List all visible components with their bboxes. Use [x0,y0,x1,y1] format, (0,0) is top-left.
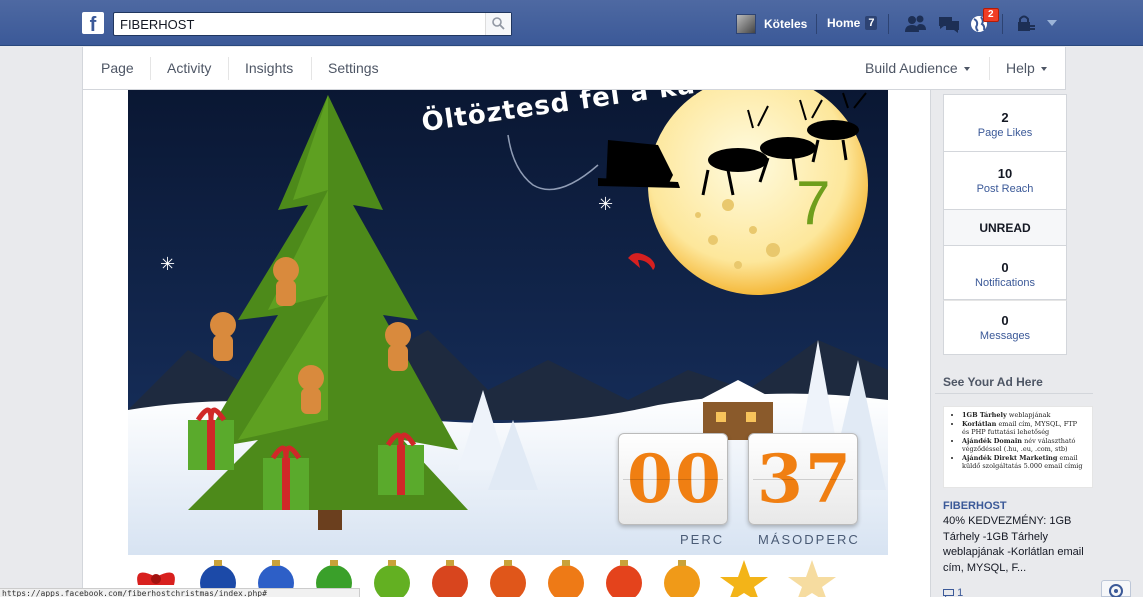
ad-body-text: 40% KEDVEZMÉNY: 1GB Tárhely -1GB Tárhely… [943,515,1084,574]
minutes-timer: 0 0 [618,433,728,525]
tab-settings[interactable]: Settings [328,47,379,90]
avatar [736,14,756,34]
build-audience-label: Build Audience [865,60,958,76]
facebook-logo-icon[interactable]: f [82,12,104,34]
ornament-ball[interactable] [374,560,410,597]
ornament-ball[interactable] [432,560,468,597]
ad-image-text: weblapjának [1008,411,1051,419]
profile-link[interactable]: Köteles [736,14,807,34]
notifications-label: Notifications [975,277,1035,289]
notifications-value: 0 [1001,260,1009,275]
tab-page[interactable]: Page [101,47,134,90]
nav-divider [816,14,817,34]
nav-divider [150,57,151,80]
digit-divider [753,479,853,480]
moon-counter: 7 [796,169,831,238]
chat-settings-icon [1109,584,1123,597]
minutes-label: PERC [680,532,725,547]
chat-button[interactable] [1101,580,1131,597]
home-button[interactable]: Home 7 [827,16,878,30]
page-likes-value: 2 [1001,110,1009,125]
help-label: Help [1006,60,1035,76]
search-input[interactable] [120,16,480,33]
home-label: Home [827,16,861,30]
notification-count-badge: 2 [983,8,999,22]
ad-image-text: Korlátlan [962,420,997,428]
search-button[interactable] [485,13,511,35]
messages-icon[interactable] [937,13,961,35]
page-likes-label: Page Likes [977,127,1033,139]
profile-name: Köteles [764,17,808,31]
page-navigation-bar: Page Activity Insights Settings Build Au… [82,47,1066,90]
notifications-card[interactable]: 0 Notifications [943,246,1067,300]
ad-image-text: 1GB Tárhely [962,411,1007,419]
nav-divider [888,14,889,34]
ad-like-count: 1 [957,587,964,597]
post-reach-value: 10 [997,166,1013,181]
messages-label: Messages [979,330,1031,342]
nav-divider [1002,14,1003,34]
seconds-label: MÁSODPERC [758,532,860,547]
unread-header: UNREAD [943,209,1067,246]
help-menu[interactable]: Help [1006,47,1047,90]
home-count-badge: 7 [865,16,878,30]
ornament-ball[interactable] [490,560,526,597]
ad-image[interactable]: 1GB Tárhely weblapjának Korlátlan email … [943,406,1093,488]
comment-icon [943,588,954,597]
star-ornament[interactable] [788,560,836,597]
search-icon [492,17,505,30]
ad-image-text: Ajándék Domain [962,437,1023,445]
messages-value: 0 [1001,313,1009,328]
post-reach-label: Post Reach [976,183,1034,195]
post-reach-card[interactable]: 10 Post Reach [943,152,1067,210]
tab-insights[interactable]: Insights [245,47,293,90]
star-sparkle-icon: ✳ [160,254,175,275]
build-audience-menu[interactable]: Build Audience [865,47,970,90]
top-navigation-bar: f Köteles Home 7 2 [0,0,1143,46]
search-box [113,12,512,36]
nav-divider [311,57,312,80]
privacy-shortcuts-icon[interactable] [1015,13,1039,35]
star-sparkle-icon: ✳ [598,194,613,215]
messages-card[interactable]: 0 Messages [943,300,1067,355]
chevron-down-icon [963,67,970,72]
ad-image-text: Ajándék Direkt Marketing [962,454,1058,462]
chevron-down-icon [1040,67,1047,72]
ad-section-header: See Your Ad Here [943,375,1043,389]
divider [935,393,1093,394]
browser-status-url: https://apps.facebook.com/fiberhostchris… [0,588,360,597]
star-ornament[interactable] [720,560,768,597]
seconds-timer: 3 7 [748,433,858,525]
page-likes-card[interactable]: 2 Page Likes [943,94,1067,152]
ornament-ball[interactable] [548,560,584,597]
account-settings-arrow-icon[interactable] [1047,20,1057,26]
ad-like-link[interactable]: 1 [943,587,963,597]
bow-ornament[interactable] [137,572,175,586]
nav-divider [228,57,229,80]
tab-activity[interactable]: Activity [167,47,211,90]
ornament-ball[interactable] [664,560,700,597]
friend-requests-icon[interactable] [904,13,928,35]
ad-title-link[interactable]: FIBERHOST [943,500,1007,512]
digit-divider [623,479,723,480]
christmas-app-canvas[interactable]: ✳ ✳ Öltöztesd fel a ka 7 0 0 3 7 PERC MÁ… [128,90,888,555]
ornament-ball[interactable] [606,560,642,597]
nav-divider [989,57,990,80]
